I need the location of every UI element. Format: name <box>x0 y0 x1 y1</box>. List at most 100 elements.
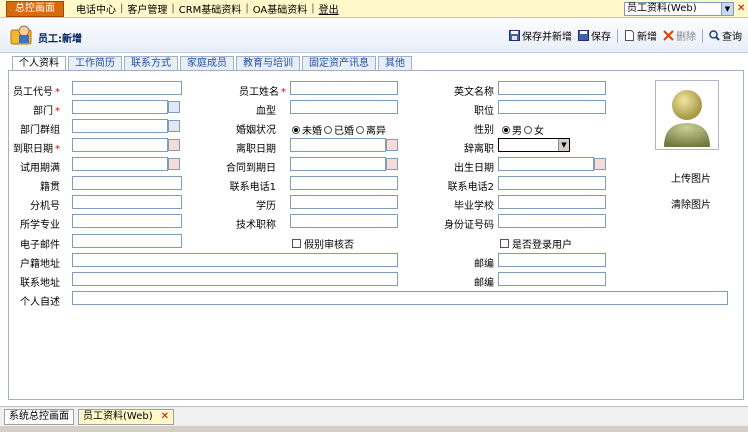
radio-female[interactable] <box>524 125 532 134</box>
upload-photo-link[interactable]: 上传图片 <box>671 170 711 185</box>
ext-input[interactable] <box>72 195 182 209</box>
emp-code-input[interactable] <box>72 81 182 95</box>
nav-separator: | <box>171 3 175 14</box>
addr-label: 联系地址 <box>20 278 60 289</box>
nav-customer[interactable]: 客户管理 <box>127 1 167 16</box>
chevron-down-icon: ▼ <box>558 139 569 151</box>
save-new-icon <box>509 30 520 41</box>
chevron-down-icon: ▼ <box>721 3 733 15</box>
phone1-input[interactable] <box>290 176 398 190</box>
lookup-icon[interactable] <box>168 120 180 132</box>
delete-button[interactable]: 删除 <box>663 28 696 43</box>
tab-other[interactable]: 其他 <box>378 56 412 71</box>
zip2-input[interactable] <box>498 272 606 286</box>
phone2-label: 联系电话2 <box>447 182 494 193</box>
eng-name-input[interactable] <box>498 81 606 95</box>
blood-input[interactable] <box>290 100 398 114</box>
checkbox-box <box>500 239 509 248</box>
calendar-icon[interactable] <box>168 139 180 151</box>
ext-label: 分机号 <box>30 201 60 212</box>
zip1-input[interactable] <box>498 253 606 267</box>
tab-family[interactable]: 家庭成员 <box>180 56 234 71</box>
close-icon[interactable]: ✕ <box>161 411 169 422</box>
nav-oa[interactable]: OA基础资料 <box>253 1 308 16</box>
radio-male[interactable] <box>502 125 510 134</box>
probation-label: 试用期满 <box>20 163 60 174</box>
email-input[interactable] <box>72 234 182 248</box>
calendar-icon[interactable] <box>594 158 606 170</box>
join-date-label: 到职日期 * <box>13 144 60 155</box>
school-label: 毕业学校 <box>454 201 494 212</box>
save-button[interactable]: 保存 <box>578 28 611 43</box>
window-select[interactable]: 员工资料(Web) ▼ <box>624 2 734 16</box>
blood-label: 血型 <box>256 106 276 117</box>
calendar-icon[interactable] <box>168 158 180 170</box>
join-date-input[interactable] <box>72 138 168 152</box>
close-icon[interactable]: ✕ <box>737 3 747 15</box>
tab-assets[interactable]: 固定资产讯息 <box>302 56 376 71</box>
education-input[interactable] <box>290 195 398 209</box>
id-no-input[interactable] <box>498 214 606 228</box>
nav-crm[interactable]: CRM基础资料 <box>179 1 242 16</box>
school-input[interactable] <box>498 195 606 209</box>
search-icon <box>709 30 720 41</box>
tab-work-history[interactable]: 工作简历 <box>68 56 122 71</box>
leave-flag-select[interactable]: ▼ <box>498 138 570 152</box>
form-tabs: 个人资料 工作简历 联系方式 家庭成员 教育与培训 固定资产讯息 其他 <box>12 56 414 72</box>
save-icon <box>578 30 589 41</box>
window-tab-employee-label: 员工资料(Web) <box>83 410 153 422</box>
dept-input[interactable] <box>72 100 168 114</box>
radio-unmarried[interactable] <box>292 125 300 134</box>
save-new-button[interactable]: 保存并新增 <box>509 28 572 43</box>
window-tab-home[interactable]: 系统总控画面 <box>4 408 74 425</box>
calendar-icon[interactable] <box>386 158 398 170</box>
home-button[interactable]: 总控画面 <box>6 0 64 17</box>
leave-approve-checkbox[interactable]: 假别审核否 <box>292 236 354 251</box>
checkbox-box <box>292 239 301 248</box>
birth-label: 出生日期 <box>454 163 494 174</box>
dept-label: 部门 * <box>33 106 60 117</box>
clear-photo-link[interactable]: 清除图片 <box>671 196 711 211</box>
addr-input[interactable] <box>72 272 398 286</box>
login-user-checkbox[interactable]: 是否登录用户 <box>500 236 572 251</box>
employee-icon <box>10 25 32 45</box>
reg-addr-input[interactable] <box>72 253 398 267</box>
resume-input[interactable] <box>72 291 728 305</box>
window-select-value: 员工资料(Web) <box>627 3 697 14</box>
leave-date-input[interactable] <box>290 138 386 152</box>
top-menu-bar: 总控画面 电话中心 | 客户管理 | CRM基础资料 | OA基础资料 | 登出… <box>0 0 748 18</box>
radio-unmarried-label: 未婚 <box>302 126 322 137</box>
leave-approve-label: 假别审核否 <box>304 240 354 251</box>
dept-group-label: 部门群组 <box>20 125 60 136</box>
resume-label: 个人自述 <box>20 297 60 308</box>
save-label: 保存 <box>591 32 611 43</box>
phone2-input[interactable] <box>498 176 606 190</box>
page-header: 员工:新增 保存并新增 保存 新增 删除 查询 <box>0 19 748 53</box>
tab-contact[interactable]: 联系方式 <box>124 56 178 71</box>
toolbar: 保存并新增 保存 新增 删除 查询 <box>503 28 742 43</box>
birth-input[interactable] <box>498 157 594 171</box>
tech-title-input[interactable] <box>290 214 398 228</box>
position-input[interactable] <box>498 100 606 114</box>
eng-name-label: 英文名称 <box>454 87 494 98</box>
lookup-icon[interactable] <box>168 101 180 113</box>
contract-end-input[interactable] <box>290 157 386 171</box>
radio-divorced[interactable] <box>356 125 364 134</box>
top-nav: 电话中心 | 客户管理 | CRM基础资料 | OA基础资料 | 登出 <box>76 1 339 16</box>
emp-name-input[interactable] <box>290 81 398 95</box>
calendar-icon[interactable] <box>386 139 398 151</box>
nav-phone-center[interactable]: 电话中心 <box>76 1 116 16</box>
window-tab-employee[interactable]: 员工资料(Web) ✕ <box>78 408 174 425</box>
hometown-input[interactable] <box>72 176 182 190</box>
nav-logout[interactable]: 登出 <box>319 1 339 16</box>
page-title: 员工:新增 <box>38 34 82 45</box>
radio-married[interactable] <box>324 125 332 134</box>
new-button[interactable]: 新增 <box>624 28 657 43</box>
probation-input[interactable] <box>72 157 168 171</box>
radio-married-label: 已婚 <box>334 126 354 137</box>
zip2-label: 邮编 <box>474 278 494 289</box>
tab-education[interactable]: 教育与培训 <box>236 56 300 71</box>
major-input[interactable] <box>72 214 182 228</box>
dept-group-input[interactable] <box>72 119 168 133</box>
query-button[interactable]: 查询 <box>709 28 742 43</box>
